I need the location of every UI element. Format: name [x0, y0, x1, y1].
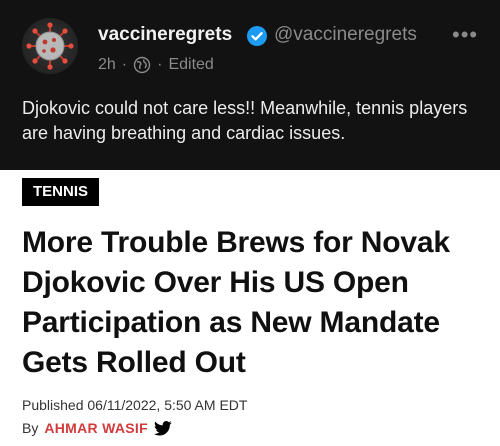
post-time[interactable]: 2h — [98, 56, 116, 74]
post-text: Djokovic could not care less!! Meanwhile… — [22, 98, 468, 143]
social-post: vaccineregrets @vaccineregrets ••• 2h · … — [0, 0, 500, 170]
article-headline[interactable]: More Trouble Brews for Novak Djokovic Ov… — [22, 223, 492, 383]
virus-avatar-icon — [26, 22, 74, 70]
verified-badge-icon — [247, 26, 267, 46]
edited-label[interactable]: Edited — [168, 56, 213, 74]
more-options-icon[interactable]: ••• — [452, 22, 478, 48]
twitter-bird-icon[interactable] — [153, 420, 172, 436]
display-name[interactable]: vaccineregrets — [98, 24, 232, 46]
globe-icon — [133, 56, 151, 74]
user-handle[interactable]: @vaccineregrets — [274, 24, 417, 46]
post-meta: 2h · · Edited — [98, 56, 214, 74]
meta-separator: · — [121, 56, 128, 73]
by-label: By — [22, 420, 39, 436]
avatar[interactable] — [22, 18, 78, 74]
meta-separator: · — [157, 56, 163, 73]
article-card[interactable]: TENNIS More Trouble Brews for Novak Djok… — [0, 170, 500, 446]
author-name[interactable]: AHMAR WASIF — [44, 420, 148, 436]
published-date: Published 06/11/2022, 5:50 AM EDT — [22, 397, 248, 413]
byline: By AHMAR WASIF — [22, 420, 172, 436]
category-tag[interactable]: TENNIS — [22, 178, 100, 206]
